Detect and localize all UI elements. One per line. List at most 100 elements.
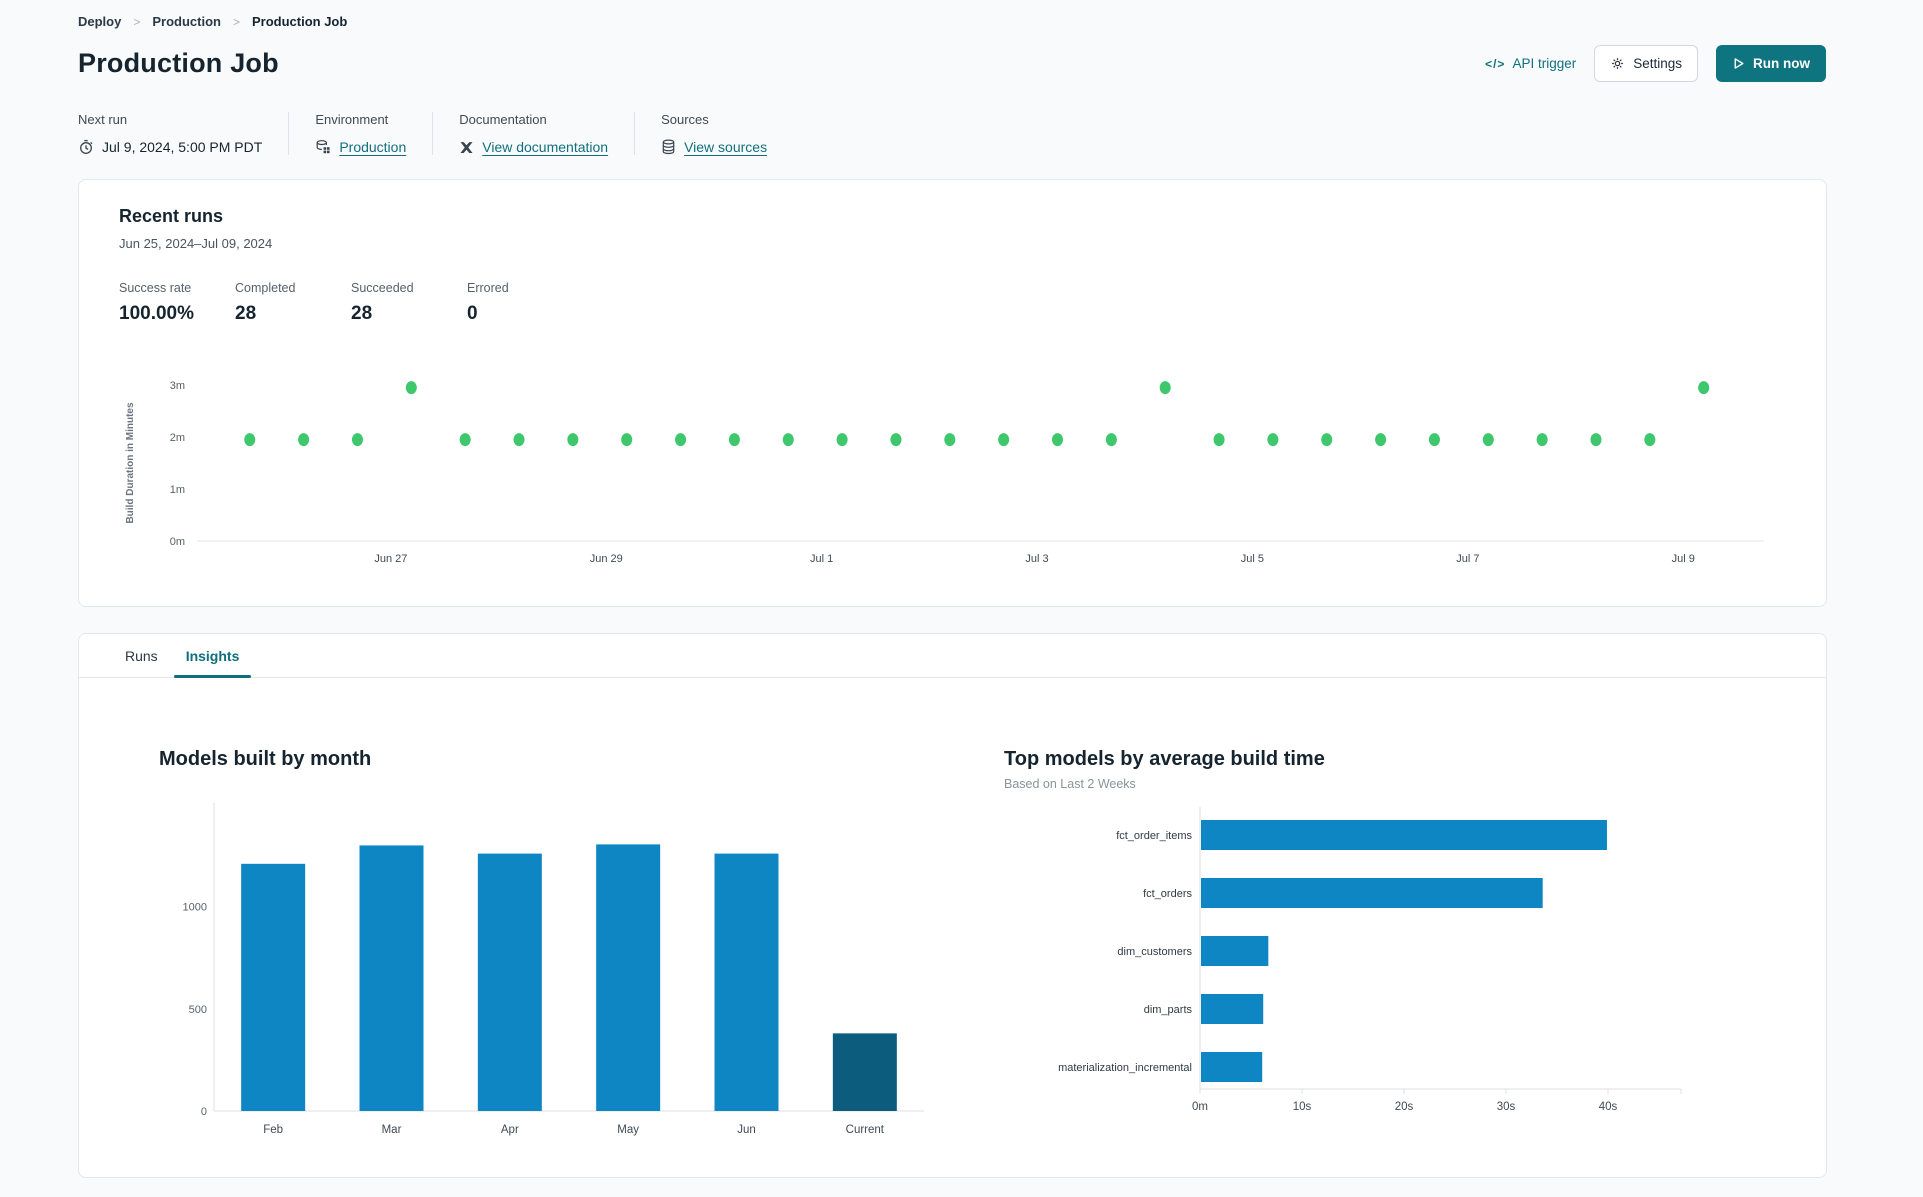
- documentation-section: Documentation View documentation: [432, 112, 634, 155]
- code-icon: </>: [1485, 56, 1506, 71]
- tab-runs[interactable]: Runs: [111, 634, 172, 677]
- run-data-point: [298, 433, 310, 447]
- recent-runs-title: Recent runs: [119, 206, 224, 226]
- sources-label: Sources: [661, 112, 709, 127]
- run-data-point: [1213, 433, 1225, 447]
- environment-section: Environment Production: [288, 112, 432, 155]
- model-bar: [1201, 994, 1264, 1024]
- run-data-point: [1052, 433, 1064, 447]
- svg-text:3m: 3m: [170, 380, 185, 392]
- model-label: materialization_incremental: [1058, 1062, 1192, 1074]
- run-now-label: Run now: [1753, 56, 1810, 71]
- model-bar: [1201, 1052, 1263, 1082]
- page-title: Production Job: [78, 48, 279, 78]
- play-icon: [1732, 57, 1745, 70]
- model-label: dim_parts: [1144, 1004, 1193, 1016]
- run-data-point: [621, 433, 633, 447]
- model-label: fct_orders: [1143, 888, 1192, 900]
- insights-card: Runs Insights Models built by month 0 500…: [78, 633, 1827, 1178]
- top-models-subtitle: Based on Last 2 Weeks: [1004, 777, 1136, 791]
- environment-link[interactable]: Production: [339, 139, 406, 155]
- next-run-value: Jul 9, 2024, 5:00 PM PDT: [102, 139, 263, 155]
- svg-text:0m: 0m: [1192, 1101, 1208, 1113]
- model-bar: [1201, 936, 1269, 966]
- svg-text:0: 0: [201, 1106, 207, 1118]
- run-data-point: [459, 433, 471, 447]
- month-bar: [832, 1033, 897, 1111]
- svg-text:Feb: Feb: [263, 1124, 283, 1136]
- recent-runs-date-range: Jun 25, 2024–Jul 09, 2024: [119, 236, 273, 251]
- breadcrumb: Deploy > Production > Production Job: [0, 0, 1923, 29]
- documentation-label: Documentation: [459, 112, 547, 127]
- breadcrumb-deploy[interactable]: Deploy: [78, 14, 121, 29]
- svg-text:Jun: Jun: [737, 1124, 756, 1136]
- gear-icon: [1610, 56, 1625, 71]
- svg-text:2m: 2m: [170, 432, 185, 444]
- svg-text:Apr: Apr: [501, 1124, 519, 1136]
- environment-label: Environment: [315, 112, 389, 127]
- svg-text:40s: 40s: [1599, 1101, 1618, 1113]
- top-models-chart: 0m 10s 20s 30s 40s fct_order_items fct_ordersd…: [1004, 801, 1764, 1146]
- next-run-section: Next run Jul 9, 2024, 5:00 PM PDT: [78, 112, 288, 155]
- month-bar: [241, 863, 306, 1111]
- run-data-point: [728, 433, 740, 447]
- month-bar: [596, 844, 661, 1111]
- sources-section: Sources View sources: [634, 112, 793, 155]
- run-data-point: [1375, 433, 1387, 447]
- run-data-point: [1321, 433, 1333, 447]
- svg-text:30s: 30s: [1497, 1101, 1516, 1113]
- next-run-label: Next run: [78, 112, 128, 127]
- run-data-point: [836, 433, 848, 447]
- month-bar: [359, 845, 424, 1111]
- models-built-by-month-title: Models built by month: [159, 748, 372, 770]
- tab-bar: Runs Insights: [79, 634, 1826, 678]
- svg-text:10s: 10s: [1293, 1101, 1312, 1113]
- tab-insights[interactable]: Insights: [172, 634, 254, 678]
- view-sources-link[interactable]: View sources: [684, 139, 767, 155]
- svg-text:Jul 3: Jul 3: [1025, 553, 1048, 565]
- svg-text:Build Duration in Minutes: Build Duration in Minutes: [125, 402, 136, 524]
- breadcrumb-production-job: Production Job: [251, 14, 348, 29]
- stat-succeeded: Succeeded 28: [351, 281, 414, 324]
- run-data-point: [944, 433, 956, 447]
- model-label: dim_customers: [1117, 946, 1192, 958]
- run-data-point: [1267, 433, 1279, 447]
- svg-text:Jul 1: Jul 1: [810, 553, 833, 565]
- run-data-point: [1482, 433, 1494, 447]
- svg-text:Jun 29: Jun 29: [590, 553, 623, 565]
- settings-button[interactable]: Settings: [1594, 45, 1698, 82]
- svg-text:20s: 20s: [1395, 1101, 1414, 1113]
- stat-completed: Completed 28: [235, 281, 296, 324]
- stat-success-rate: Success rate 100.00%: [119, 281, 195, 324]
- svg-text:Current: Current: [846, 1124, 885, 1136]
- recent-runs-card: Recent runs Jun 25, 2024–Jul 09, 2024 Su…: [78, 179, 1827, 607]
- run-data-point: [567, 433, 579, 447]
- build-duration-chart: Build Duration in Minutes 0m 1m 2m 3m Jun 27 J…: [119, 351, 1786, 588]
- database-icon: [661, 139, 676, 155]
- run-data-point: [782, 433, 794, 447]
- run-data-point: [1159, 381, 1171, 395]
- svg-text:500: 500: [189, 1004, 207, 1016]
- model-bar: [1201, 878, 1543, 908]
- breadcrumb-production[interactable]: Production: [152, 14, 221, 29]
- model-bar: [1201, 820, 1607, 850]
- chart-canvas: 0m 10s 20s 30s 40s fct_order_items fct_ordersd…: [1058, 807, 1682, 1113]
- settings-label: Settings: [1633, 56, 1682, 71]
- svg-text:1000: 1000: [183, 902, 207, 914]
- svg-text:Jul 5: Jul 5: [1241, 553, 1264, 565]
- month-bar: [477, 853, 542, 1111]
- models-built-by-month-section: Models built by month 0 500 1000 Feb Mar Apr M…: [159, 748, 959, 1150]
- run-data-point: [1428, 433, 1440, 447]
- model-label: fct_order_items: [1116, 830, 1192, 842]
- run-data-point: [998, 433, 1010, 447]
- run-now-button[interactable]: Run now: [1716, 45, 1826, 82]
- recent-runs-stats: Success rate 100.00% Completed 28 Succee…: [119, 281, 1786, 325]
- chevron-right-icon: >: [232, 14, 240, 29]
- view-documentation-link[interactable]: View documentation: [482, 139, 608, 155]
- chevron-right-icon: >: [133, 14, 141, 29]
- svg-text:Mar: Mar: [382, 1124, 402, 1136]
- run-data-point: [1698, 381, 1710, 395]
- models-built-by-month-chart: 0 500 1000 Feb Mar Apr May Jun Current: [159, 793, 959, 1150]
- run-data-point: [244, 433, 256, 447]
- api-trigger-link[interactable]: </> API trigger: [1485, 56, 1576, 71]
